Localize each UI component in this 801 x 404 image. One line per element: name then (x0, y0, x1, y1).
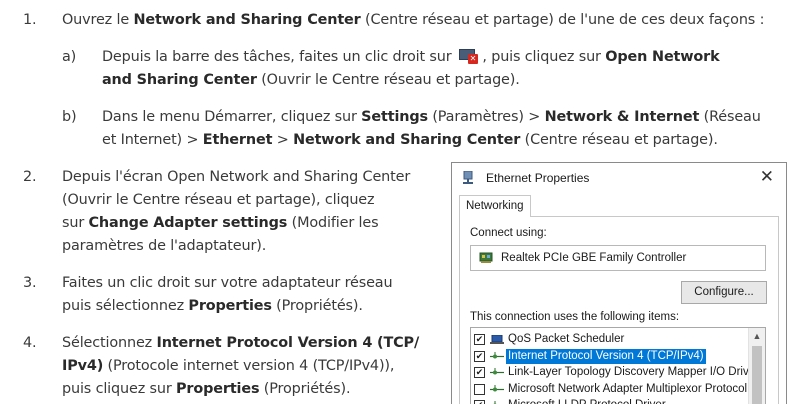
step-1a-letter: a) (62, 49, 77, 65)
step-1a-line-2: and Sharing Center (Ouvrir le Centre rés… (102, 70, 520, 90)
step-2-segment: (Ouvrir le Centre réseau et partage), cl… (62, 192, 375, 208)
protocol-icon (490, 351, 504, 358)
step-2-segment: Change Adapter settings (88, 215, 288, 231)
step-1b-segment: Dans le menu Démarrer, cliquez sur (102, 109, 362, 125)
items-scrollbar[interactable]: ▲ (748, 328, 765, 404)
step-1b-segment: et Internet) > (102, 132, 203, 148)
item-checkbox[interactable]: ✔ (474, 367, 485, 378)
step-4-segment: (Propriétés). (259, 381, 351, 397)
step-2-segment: sur (62, 215, 89, 231)
adapter-field: Realtek PCIe GBE Family Controller (470, 245, 766, 271)
step-3-segment: Properties (188, 298, 272, 314)
step-1b-line-1: Dans le menu Démarrer, cliquez sur Setti… (102, 107, 761, 127)
step-1b-segment: Settings (361, 109, 428, 125)
items-label: This connection uses the following items… (470, 311, 680, 323)
item-label: Microsoft Network Adapter Multiplexor Pr… (508, 382, 748, 395)
step-1b-segment: (Centre réseau et partage). (520, 132, 718, 148)
item-checkbox[interactable]: ✔ (474, 334, 485, 345)
step-2-line-3: sur Change Adapter settings (Modifier le… (62, 213, 379, 233)
step-1b-segment: Ethernet (202, 132, 273, 148)
step-2-number: 2. (23, 169, 37, 185)
step-1-segment: Network and Sharing Center (133, 12, 361, 28)
item-label: Link-Layer Topology Discovery Mapper I/O… (508, 366, 759, 378)
step-3-line-2: puis sélectionnez Properties (Propriétés… (62, 296, 363, 316)
step-2-segment: Depuis l'écran Open Network and Sharing … (62, 169, 411, 185)
protocol-icon (490, 368, 504, 375)
dialog-title-bar: Ethernet Properties ✕ (452, 163, 786, 193)
close-icon[interactable]: ✕ (760, 167, 774, 187)
ethernet-properties-dialog: Ethernet Properties ✕ Networking Connect… (451, 162, 787, 404)
adapter-name: Realtek PCIe GBE Family Controller (501, 252, 687, 264)
networking-panel: Connect using: Realtek PCIe GBE Family C… (459, 216, 779, 404)
step-1a-text-rest: (Ouvrir le Centre réseau et partage). (256, 72, 520, 88)
step-4-segment: IPv4) (62, 358, 104, 374)
step-2-segment: (Modifier les (287, 215, 379, 231)
step-4-line-1: Sélectionnez Internet Protocol Version 4… (62, 333, 419, 353)
tab-networking[interactable]: Networking (459, 195, 531, 217)
qos-icon (490, 335, 504, 344)
item-label: Internet Protocol Version 4 (TCP/IPv4) (506, 348, 706, 364)
step-3-segment: puis sélectionnez (62, 298, 189, 314)
step-1b-segment: (Réseau (699, 109, 761, 125)
connect-using-label: Connect using: (470, 227, 547, 239)
step-4-line-2: IPv4) (Protocole internet version 4 (TCP… (62, 356, 394, 376)
scroll-up-icon[interactable]: ▲ (749, 328, 765, 344)
step-4-segment: Sélectionnez (62, 335, 157, 351)
network-adapter-icon (463, 171, 473, 184)
step-1b-segment: > (272, 132, 294, 148)
step-2-line-4: paramètres de l'adaptateur). (62, 236, 266, 256)
step-2-line-2: (Ouvrir le Centre réseau et partage), cl… (62, 190, 375, 210)
step-2-segment: paramètres de l'adaptateur). (62, 238, 267, 254)
step-2-line-1: Depuis l'écran Open Network and Sharing … (62, 167, 410, 187)
step-4-segment: Internet Protocol Version 4 (TCP/ (156, 335, 420, 351)
network-tray-icon: ✕ (458, 48, 478, 64)
step-3-number: 3. (23, 275, 37, 291)
step-1b-segment: Network & Internet (544, 109, 700, 125)
step-1a-text-before: Depuis la barre des tâches, faites un cl… (102, 49, 456, 65)
step-1a-bold-open-network: Open Network (605, 49, 720, 65)
network-card-icon (479, 252, 493, 263)
step-4-number: 4. (23, 335, 37, 351)
step-1b-segment: (Paramètres) > (427, 109, 545, 125)
step-4-segment: Properties (176, 381, 260, 397)
step-1b-letter: b) (62, 109, 77, 125)
items-list: ✔ Microsoft LLDP Protocol Driver Microsoft… (470, 327, 766, 404)
item-checkbox[interactable] (474, 383, 485, 395)
configure-button[interactable]: Configure... (681, 281, 767, 304)
step-1-text: Ouvrez le Network and Sharing Center (Ce… (62, 10, 764, 30)
step-1b-line-2: et Internet) > Ethernet > Network and Sh… (102, 130, 718, 150)
scrollbar-thumb[interactable] (752, 346, 762, 404)
step-1a-line-1: Depuis la barre des tâches, faites un cl… (102, 47, 720, 67)
protocol-icon (490, 384, 504, 391)
step-1a-bold-sharing: and Sharing Center (102, 72, 257, 88)
step-1-number: 1. (23, 12, 37, 28)
step-3-segment: Faites un clic droit sur votre adaptateu… (62, 275, 393, 291)
item-label: QoS Packet Scheduler (508, 333, 625, 345)
step-1b-segment: Network and Sharing Center (293, 132, 521, 148)
item-checkbox[interactable]: ✔ (474, 400, 485, 404)
step-4-line-3: puis cliquez sur Properties (Propriétés)… (62, 379, 351, 399)
dialog-title: Ethernet Properties (486, 171, 590, 185)
step-1a-text-after: , puis cliquez sur (477, 49, 606, 65)
item-checkbox[interactable]: ✔ (474, 350, 485, 362)
step-1-segment: Ouvrez le (62, 12, 134, 28)
step-4-segment: (Protocole internet version 4 (TCP/IPv4)… (103, 358, 395, 374)
item-label: Microsoft LLDP Protocol Driver (506, 398, 668, 404)
step-3-line-1: Faites un clic droit sur votre adaptateu… (62, 273, 393, 293)
step-1-segment: (Centre réseau et partage) de l'une de c… (360, 12, 765, 28)
step-3-segment: (Propriétés). (271, 298, 363, 314)
step-4-segment: puis cliquez sur (62, 381, 177, 397)
